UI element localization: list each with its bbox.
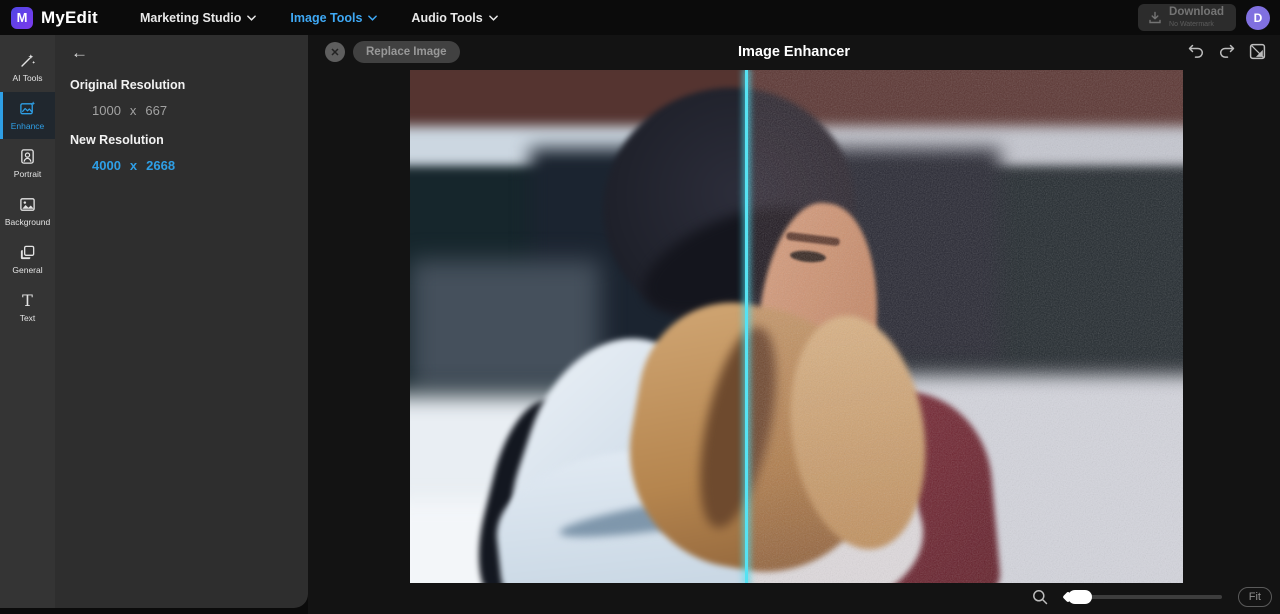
close-button[interactable]: ✕	[325, 42, 345, 62]
chevron-down-icon	[247, 15, 257, 21]
sidebar-item-general[interactable]: General	[0, 236, 55, 283]
nav-audio-tools[interactable]: Audio Tools	[411, 10, 498, 25]
back-button[interactable]: ←	[71, 43, 88, 63]
download-icon	[1149, 11, 1161, 23]
main-nav: Marketing Studio Image Tools Audio Tools	[140, 11, 498, 25]
nav-audio-tools-label: Audio Tools	[411, 10, 483, 25]
image-sparkle-icon	[20, 101, 36, 115]
sidebar-label-ai-tools: AI Tools	[12, 73, 43, 83]
nav-marketing-studio-label: Marketing Studio	[140, 10, 242, 25]
nav-image-tools[interactable]: Image Tools	[290, 10, 378, 25]
zoom-slider-thumb[interactable]	[1067, 590, 1092, 604]
sidebar-label-text: Text	[19, 312, 36, 323]
myedit-app: M MyEdit Marketing Studio Image Tools Au…	[0, 0, 1280, 614]
overlapping-squares-icon	[20, 245, 35, 260]
fit-button[interactable]: Fit	[1237, 587, 1272, 607]
original-width: 1000	[92, 103, 121, 118]
replace-image-button[interactable]: Replace Image	[353, 41, 460, 63]
new-width: 4000	[92, 158, 121, 173]
editor-canvas: Image Enhancer ✕ Replace Image Fit	[308, 35, 1280, 614]
portrait-frame-icon	[21, 149, 34, 164]
resolution-separator: x	[129, 158, 138, 173]
sidebar-item-background[interactable]: Background	[0, 188, 55, 235]
chevron-down-icon	[368, 15, 378, 21]
sidebar-label-enhance: Enhance	[10, 121, 45, 131]
noise-grain-texture	[748, 70, 1183, 583]
compare-before-after-button[interactable]	[1249, 43, 1266, 60]
download-button[interactable]: Download No Watermark	[1138, 4, 1236, 31]
new-resolution-label: New Resolution	[70, 133, 164, 147]
letter-t-icon: T	[22, 290, 33, 310]
sidebar-item-portrait[interactable]: Portrait	[0, 140, 55, 187]
myedit-logo[interactable]: M MyEdit	[0, 6, 130, 29]
image-scene-icon	[20, 198, 35, 211]
undo-icon	[1188, 44, 1204, 58]
original-noisy-side	[748, 70, 1183, 583]
original-resolution-value: 1000 x 667	[92, 103, 167, 118]
download-label: Download	[1169, 6, 1224, 19]
top-bar: M MyEdit Marketing Studio Image Tools Au…	[0, 0, 1280, 35]
chevron-down-icon	[488, 15, 498, 21]
zoom-slider[interactable]	[1062, 590, 1222, 604]
original-resolution-label: Original Resolution	[70, 78, 186, 92]
nav-image-tools-label: Image Tools	[290, 10, 363, 25]
nav-marketing-studio[interactable]: Marketing Studio	[140, 10, 257, 25]
topbar-right: Download No Watermark D	[1138, 4, 1280, 31]
sidebar-item-ai-tools[interactable]: AI Tools	[0, 44, 55, 91]
before-after-divider[interactable]	[745, 70, 748, 583]
image-preview[interactable]	[410, 70, 1183, 583]
magic-wand-icon	[21, 54, 36, 67]
sidebar-label-portrait: Portrait	[13, 169, 42, 179]
sidebar-label-background: Background	[4, 217, 51, 227]
undo-button[interactable]	[1187, 44, 1205, 59]
original-height: 667	[145, 103, 168, 118]
compare-icon	[1249, 43, 1266, 60]
zoom-toolbar: Fit	[1032, 585, 1272, 609]
new-resolution-value: 4000 x 2668	[92, 158, 175, 173]
redo-button[interactable]	[1218, 44, 1236, 59]
tool-sidebar: AI Tools Enhance Portrait Background Gen…	[0, 35, 55, 608]
sidebar-item-text[interactable]: T Text	[0, 284, 55, 331]
new-height: 2668	[146, 158, 176, 173]
enhance-options-panel: ← Original Resolution 1000 x 667 New Res…	[55, 35, 308, 608]
myedit-logo-text: MyEdit	[41, 7, 98, 27]
magnifier-icon	[1032, 590, 1048, 605]
zoom-button[interactable]	[1032, 589, 1048, 605]
history-controls	[1187, 43, 1266, 60]
resolution-separator: x	[129, 103, 137, 118]
myedit-logo-icon: M	[11, 6, 33, 29]
sidebar-label-general: General	[12, 265, 43, 275]
download-sublabel: No Watermark	[1169, 20, 1214, 28]
sidebar-item-enhance[interactable]: Enhance	[0, 92, 55, 139]
user-avatar[interactable]: D	[1246, 5, 1270, 30]
redo-icon	[1219, 44, 1235, 58]
